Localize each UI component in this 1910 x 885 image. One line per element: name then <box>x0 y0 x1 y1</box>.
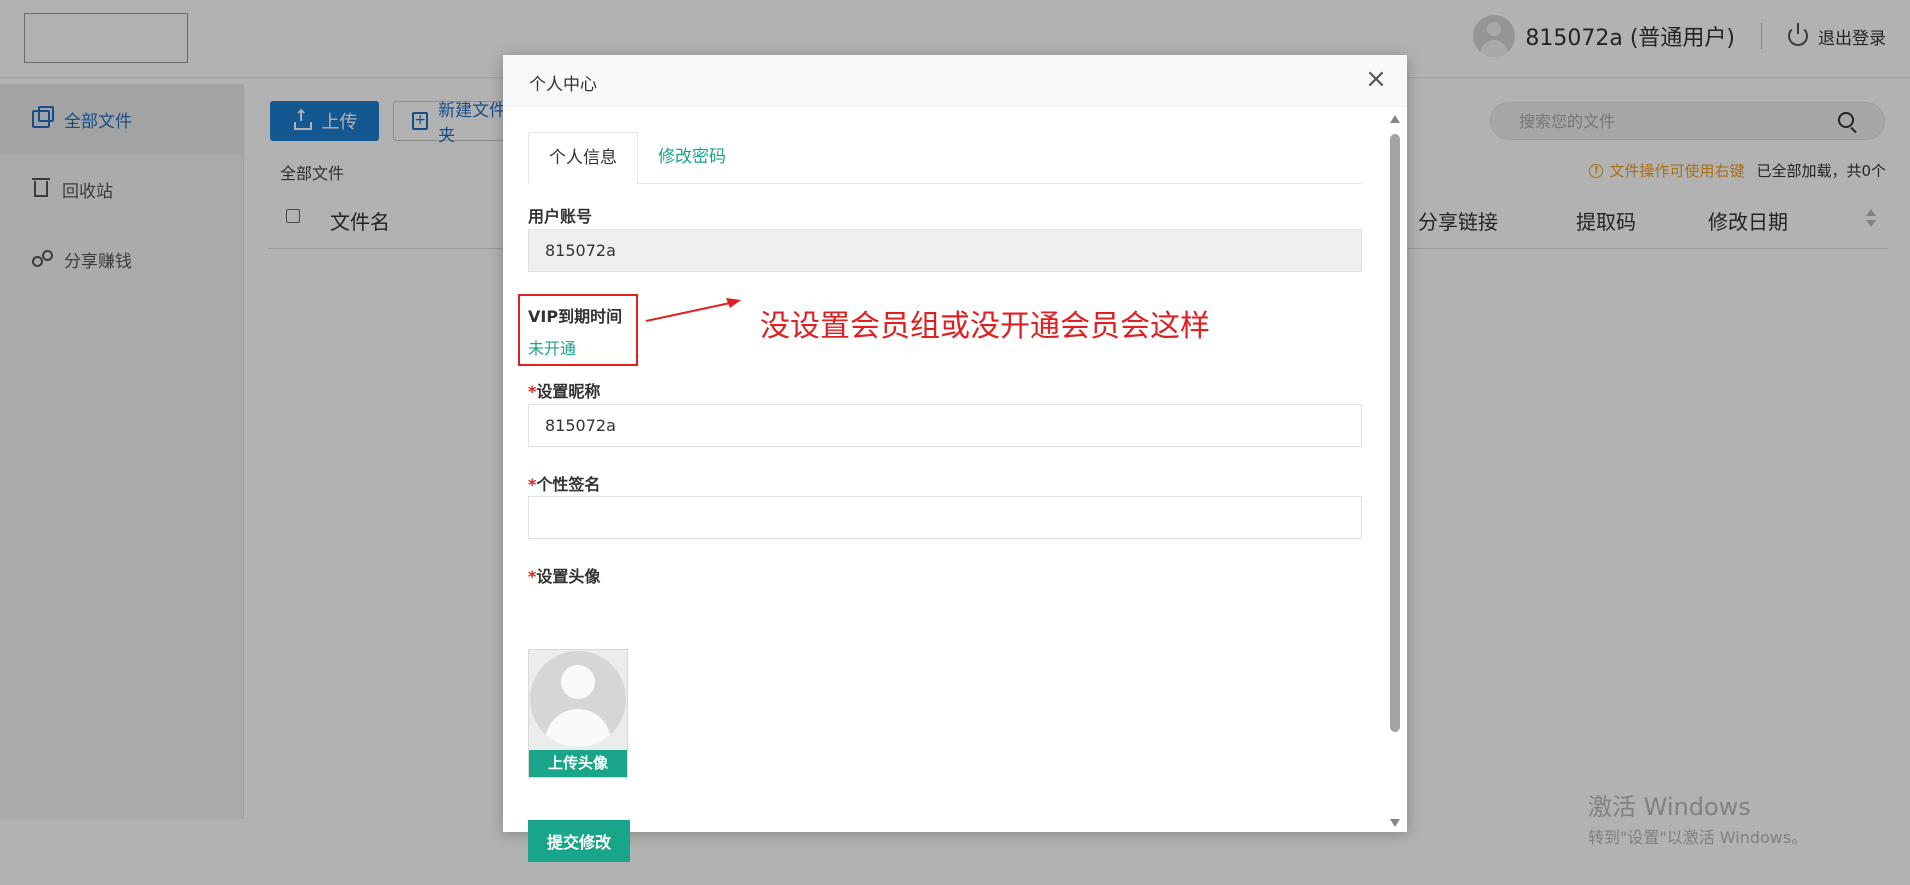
nickname-field[interactable] <box>528 404 1362 447</box>
close-icon[interactable]: × <box>1365 66 1387 92</box>
dialog-tabs: 个人信息 修改密码 <box>528 132 1362 184</box>
vip-highlight-box: VIP到期时间 未开通 <box>518 294 638 366</box>
tab-change-password[interactable]: 修改密码 <box>638 132 746 184</box>
avatar-label: *设置头像 <box>528 563 600 587</box>
annotation-text: 没设置会员组或没开通会员会这样 <box>760 309 1210 344</box>
nickname-label: *设置昵称 <box>528 378 600 402</box>
scrollbar-thumb[interactable] <box>1390 134 1400 732</box>
scroll-down-icon[interactable] <box>1390 819 1400 827</box>
signature-label-text: 个性签名 <box>536 475 601 494</box>
vip-expiry-value: 未开通 <box>528 339 577 358</box>
personal-center-dialog: 个人中心 × 个人信息 修改密码 用户账号 VIP到期时间 未开通 *设置昵称 … <box>503 55 1407 862</box>
nickname-label-text: 设置昵称 <box>536 382 601 401</box>
scroll-up-icon[interactable] <box>1390 115 1400 123</box>
upload-avatar-button[interactable]: 上传头像 <box>529 750 627 777</box>
dialog-scrollbar[interactable] <box>1389 115 1401 827</box>
signature-label: *个性签名 <box>528 471 600 495</box>
tab-personal-info[interactable]: 个人信息 <box>528 132 638 184</box>
dialog-title: 个人中心 <box>529 75 597 95</box>
submit-button[interactable]: 提交修改 <box>528 820 630 862</box>
avatar-label-text: 设置头像 <box>536 567 601 586</box>
avatar-upload[interactable]: 上传头像 <box>528 649 628 778</box>
signature-field[interactable] <box>528 496 1362 539</box>
annotation-arrow <box>646 298 741 322</box>
vip-expiry-label: VIP到期时间 <box>528 307 623 326</box>
dialog-body: 个人信息 修改密码 用户账号 VIP到期时间 未开通 *设置昵称 *个性签名 *… <box>503 107 1407 862</box>
default-avatar-icon <box>530 651 626 747</box>
account-label: 用户账号 <box>528 207 593 226</box>
dialog-header: 个人中心 × <box>503 55 1407 107</box>
account-field[interactable] <box>528 229 1362 272</box>
